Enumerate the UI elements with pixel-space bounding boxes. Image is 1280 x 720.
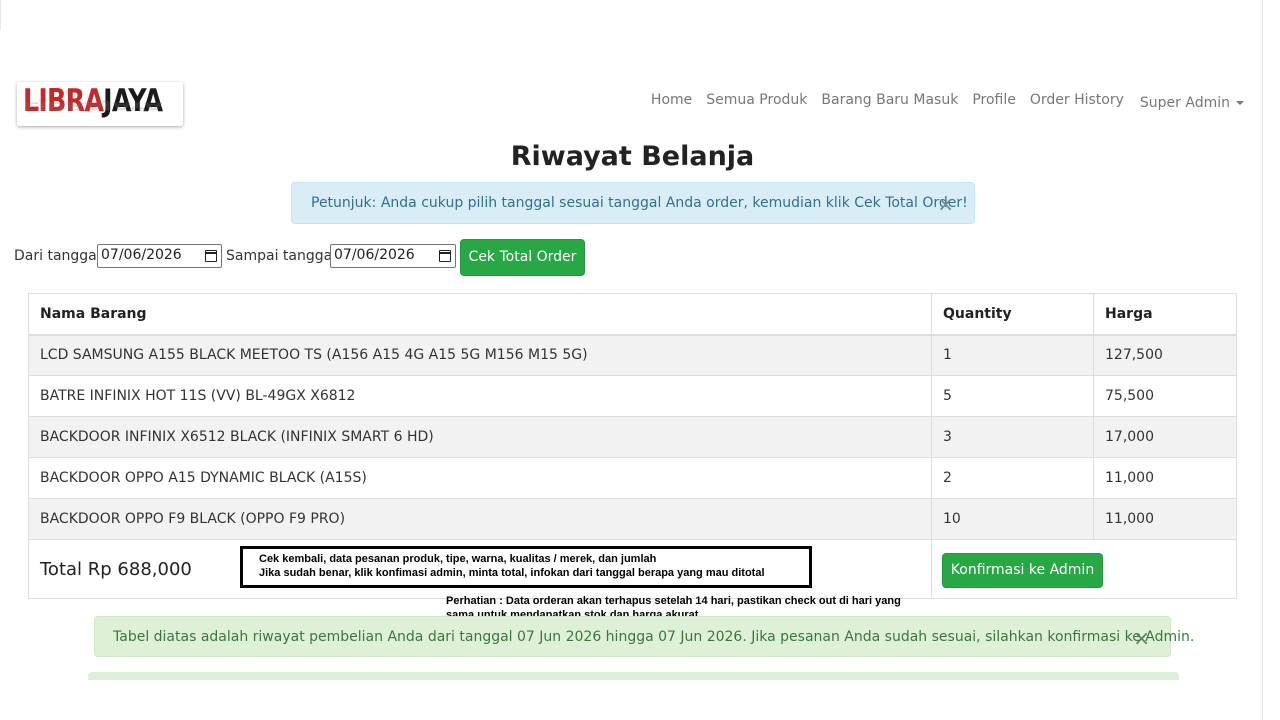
item-name-cell: BACKDOOR OPPO F9 BLACK (OPPO F9 PRO) [28, 498, 932, 540]
instruction-note-line: Jika sudah benar, klik konfimasi admin, … [259, 567, 765, 579]
nav-link-profile[interactable]: Profile [965, 92, 1023, 111]
caret-down-icon [1236, 101, 1244, 105]
navbar: LIBRAJAYA LIBRAJAYA Home Semua Produk Ba… [0, 78, 1280, 130]
table-row: BACKDOOR OPPO F9 BLACK (OPPO F9 PRO) 10 … [28, 498, 1237, 540]
item-quantity-cell: 1 [931, 334, 1094, 376]
table-row: BATRE INFINIX HOT 11S (VV) BL-49GX X6812… [28, 375, 1237, 417]
item-name-cell: LCD SAMSUNG A155 BLACK MEETOO TS (A156 A… [28, 334, 932, 376]
column-header-harga: Harga [1093, 293, 1237, 336]
column-header-quantity: Quantity [931, 293, 1094, 336]
from-date-input[interactable]: 07/06/2026 [97, 244, 222, 268]
table-row: BACKDOOR INFINIX X6512 BLACK (INFINIX SM… [28, 416, 1237, 458]
info-alert-message: Petunjuk: Anda cukup pilih tanggal sesua… [311, 195, 968, 211]
user-menu-dropdown[interactable]: Super Admin [1131, 95, 1244, 111]
item-quantity-cell: 3 [931, 416, 1094, 458]
item-price-cell: 17,000 [1093, 416, 1237, 458]
table-row: BACKDOOR OPPO A15 DYNAMIC BLACK (A15S) 2… [28, 457, 1237, 499]
nav-link-semua-produk[interactable]: Semua Produk [699, 92, 814, 111]
from-date-label: Dari tanggal [14, 248, 101, 264]
cek-total-order-button[interactable]: Cek Total Order [460, 239, 585, 276]
item-name-cell: BACKDOOR INFINIX X6512 BLACK (INFINIX SM… [28, 416, 932, 458]
column-header-nama-barang: Nama Barang [28, 293, 932, 336]
calendar-icon[interactable] [439, 250, 451, 262]
item-price-cell: 127,500 [1093, 334, 1237, 376]
item-name-cell: BATRE INFINIX HOT 11S (VV) BL-49GX X6812 [28, 375, 932, 417]
from-date-value: 07/06/2026 [101, 247, 182, 263]
page-title: Riwayat Belanja [510, 141, 755, 172]
item-quantity-cell: 5 [931, 375, 1094, 417]
to-date-input[interactable]: 07/06/2026 [330, 244, 456, 268]
success-alert: Tabel diatas adalah riwayat pembelian An… [94, 616, 1194, 657]
user-menu-label: Super Admin [1139, 95, 1230, 111]
item-price-cell: 75,500 [1093, 375, 1237, 417]
calendar-icon[interactable] [205, 250, 217, 262]
success-alert-partial [88, 672, 1179, 680]
close-icon[interactable]: × [937, 194, 954, 214]
window-edge [0, 0, 1, 30]
success-alert-message: Tabel diatas adalah riwayat pembelian An… [113, 629, 1195, 645]
item-quantity-cell: 2 [931, 457, 1094, 499]
konfirmasi-admin-button[interactable]: Konfirmasi ke Admin [942, 553, 1103, 588]
table-header-row: Nama Barang Quantity Harga [28, 293, 1237, 336]
to-date-label: Sampai tanggal [226, 248, 337, 264]
attention-note-line: Perhatian : Data orderan akan terhapus s… [446, 595, 901, 607]
item-price-cell: 11,000 [1093, 457, 1237, 499]
table-row: LCD SAMSUNG A155 BLACK MEETOO TS (A156 A… [28, 334, 1237, 376]
nav-link-barang-baru-masuk[interactable]: Barang Baru Masuk [814, 92, 965, 111]
nav-link-order-history[interactable]: Order History [1023, 92, 1131, 111]
instruction-note-line: Cek kembali, data pesanan produk, tipe, … [259, 553, 657, 565]
item-quantity-cell: 10 [931, 498, 1094, 540]
close-icon[interactable]: × [1133, 628, 1150, 648]
order-total: Total Rp 688,000 [40, 558, 192, 580]
item-price-cell: 11,000 [1093, 498, 1237, 540]
nav-link-home[interactable]: Home [644, 92, 699, 111]
instruction-note: Cek kembali, data pesanan produk, tipe, … [240, 546, 812, 588]
item-name-cell: BACKDOOR OPPO A15 DYNAMIC BLACK (A15S) [28, 457, 932, 499]
info-alert: Petunjuk: Anda cukup pilih tanggal sesua… [291, 182, 975, 224]
brand-logo[interactable]: LIBRAJAYA LIBRAJAYA [17, 82, 183, 126]
to-date-value: 07/06/2026 [334, 247, 415, 263]
nav-links: Home Semua Produk Barang Baru Masuk Prof… [644, 92, 1244, 111]
